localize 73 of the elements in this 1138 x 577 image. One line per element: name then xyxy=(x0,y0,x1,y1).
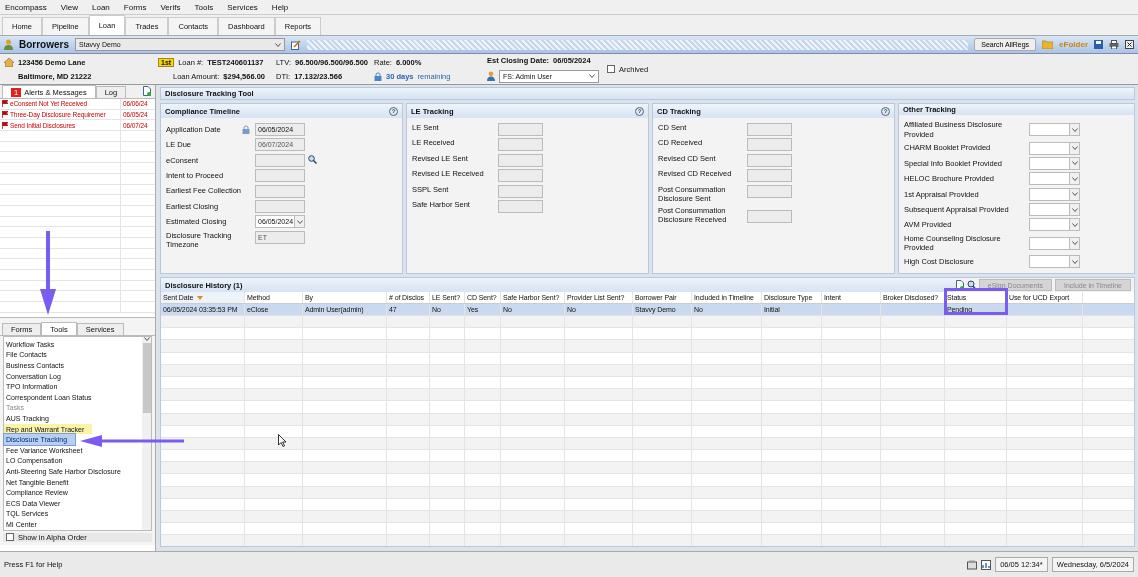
dropdown[interactable] xyxy=(1029,255,1080,268)
house-icon xyxy=(4,57,14,67)
date-field[interactable] xyxy=(747,169,792,183)
caret-icon xyxy=(589,74,595,78)
menu-item[interactable]: Loan xyxy=(92,2,110,12)
caret-icon xyxy=(1071,222,1078,227)
sort-icon xyxy=(197,295,204,300)
date-field[interactable] xyxy=(747,123,792,136)
lock-icon xyxy=(374,71,382,81)
caret-icon xyxy=(1071,192,1078,197)
help-icon xyxy=(389,106,398,116)
folder-icon xyxy=(1042,40,1054,49)
dropdown[interactable] xyxy=(1029,218,1080,232)
save-icon xyxy=(1094,40,1103,49)
caret-icon xyxy=(275,42,281,47)
caret-icon xyxy=(1071,161,1078,166)
caret-icon xyxy=(1071,176,1078,181)
caret-icon xyxy=(1071,259,1078,264)
caret-icon xyxy=(1071,207,1078,212)
new-document-icon xyxy=(143,85,151,96)
menu-item[interactable]: Services xyxy=(227,2,258,12)
menu-item[interactable]: View xyxy=(60,2,78,12)
date-field[interactable] xyxy=(498,169,543,183)
dropdown[interactable] xyxy=(1029,141,1080,155)
date-field[interactable] xyxy=(747,209,792,223)
date-field[interactable] xyxy=(498,123,543,136)
date-field[interactable] xyxy=(255,153,305,167)
help-icon xyxy=(635,106,644,116)
dropdown[interactable] xyxy=(1029,187,1080,201)
section-title: Borrowers xyxy=(19,39,69,50)
caret-icon xyxy=(1071,241,1078,246)
print-icon xyxy=(1109,40,1119,49)
menu-item[interactable]: Verifs xyxy=(160,2,181,12)
close-icon xyxy=(1125,40,1134,49)
flag-icon xyxy=(2,121,8,129)
date-field[interactable] xyxy=(498,138,543,152)
person-icon xyxy=(4,39,13,50)
date-field[interactable] xyxy=(747,138,792,152)
search-icon xyxy=(308,154,317,164)
phone-icon xyxy=(967,559,978,570)
date-field[interactable] xyxy=(255,184,305,198)
menu-item[interactable]: Help xyxy=(271,2,289,12)
dropdown[interactable] xyxy=(1029,236,1080,250)
date-field[interactable] xyxy=(255,199,305,213)
caret-icon xyxy=(143,337,150,341)
menu-item[interactable]: Tools xyxy=(194,2,214,12)
caret-icon xyxy=(296,219,303,224)
menu-item[interactable]: Encompass xyxy=(5,2,47,12)
lock-icon xyxy=(242,125,250,134)
date-field[interactable] xyxy=(498,153,543,167)
person-icon xyxy=(487,71,495,81)
highlight-frame xyxy=(944,288,1008,315)
date-field[interactable] xyxy=(747,184,792,198)
alpha-order-checkbox[interactable] xyxy=(6,533,14,542)
menu-item[interactable]: Forms xyxy=(123,2,147,12)
caret-icon xyxy=(1071,127,1078,132)
caret-icon xyxy=(1071,146,1078,150)
date-field[interactable] xyxy=(498,184,543,198)
date-field[interactable] xyxy=(747,153,792,167)
scrollbar[interactable] xyxy=(142,337,151,530)
edit-icon xyxy=(291,39,301,50)
dropdown[interactable] xyxy=(1029,123,1080,137)
dropdown[interactable] xyxy=(1029,156,1080,170)
chart-icon xyxy=(981,559,992,570)
search-icon xyxy=(966,280,976,290)
flag-icon xyxy=(2,100,8,108)
dropdown[interactable] xyxy=(1029,172,1080,186)
dropdown[interactable] xyxy=(1029,203,1080,217)
archived-checkbox[interactable] xyxy=(607,65,615,73)
help-icon xyxy=(881,106,890,116)
flag-icon xyxy=(2,111,8,119)
date-field[interactable] xyxy=(498,199,543,213)
date-field[interactable] xyxy=(255,169,305,183)
